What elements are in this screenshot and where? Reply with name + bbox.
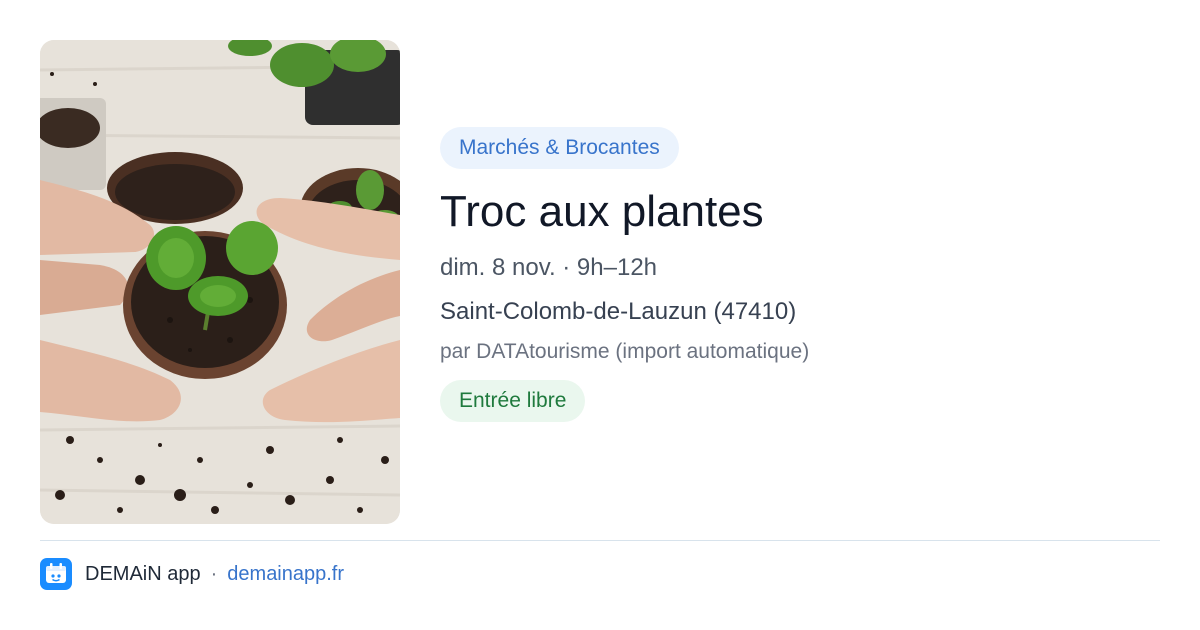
event-location: Saint-Colomb-de-Lauzun (47410) <box>440 298 797 325</box>
site-link[interactable]: demainapp.fr <box>227 563 344 586</box>
demain-app-logo-icon <box>40 558 72 590</box>
category-badge: Marchés & Brocantes <box>440 127 679 169</box>
event-source: par DATAtourisme (import automatique) <box>440 340 810 363</box>
event-photo <box>40 40 400 524</box>
price-badge: Entrée libre <box>440 380 586 422</box>
event-title: Troc aux plantes <box>440 187 764 236</box>
share-card: Marchés & Brocantes Troc aux plantes dim… <box>0 0 1200 630</box>
event-datetime: dim. 8 nov. · 9h–12h <box>440 254 658 281</box>
footer-separator: · <box>210 562 218 585</box>
footer: DEMAiN app · demainapp.fr <box>40 558 344 590</box>
event-info: Marchés & Brocantes Troc aux plantes dim… <box>440 127 1160 422</box>
app-name: DEMAiN app <box>85 562 201 585</box>
footer-divider <box>40 540 1160 541</box>
